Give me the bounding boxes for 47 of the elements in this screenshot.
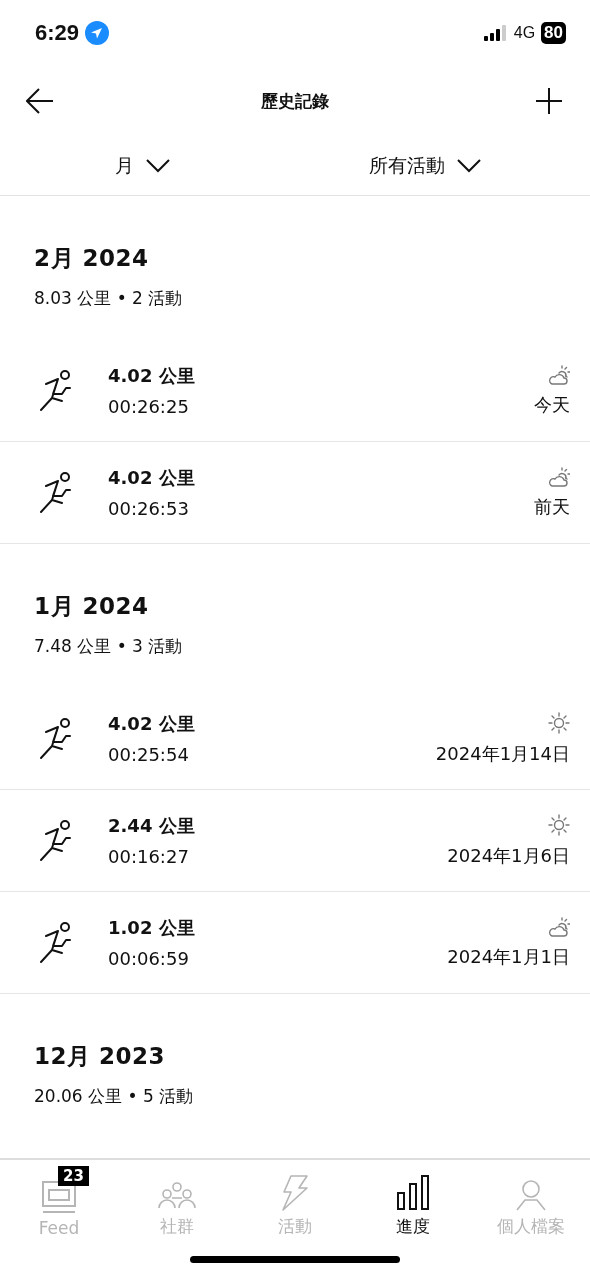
distance: 4.02 公里 xyxy=(108,712,196,736)
duration: 00:16:27 xyxy=(108,846,190,867)
notification-badge: 23 xyxy=(58,1166,89,1186)
distance: 4.02 公里 xyxy=(108,466,196,490)
chevron-down-icon xyxy=(146,159,170,173)
sun-icon xyxy=(548,813,570,836)
duration: 00:06:59 xyxy=(108,948,190,969)
distance: 4.02 公里 xyxy=(108,364,196,388)
activity-row[interactable]: 4.02 公里 00:26:25 今天 xyxy=(0,340,590,442)
activity-date: 今天 xyxy=(534,392,570,417)
cloud-sun-icon xyxy=(548,466,570,487)
month-summary: 7.48 公里 • 3 活動 xyxy=(33,635,184,658)
cloud-sun-icon xyxy=(548,364,570,385)
bar-chart-icon[interactable] xyxy=(397,1175,429,1211)
sun-icon xyxy=(548,711,570,734)
network-label: 4G xyxy=(513,23,536,42)
filter-dropdown[interactable]: 所有活動 xyxy=(260,137,590,195)
activity-date: 前天 xyxy=(534,494,570,519)
page-title: 歷史記錄 xyxy=(261,89,329,113)
back-button[interactable] xyxy=(26,88,54,114)
distance: 2.44 公里 xyxy=(108,814,196,838)
activity-date: 2024年1月1日 xyxy=(447,944,570,969)
tab-item[interactable]: 進度 xyxy=(354,1160,472,1238)
duration: 00:25:54 xyxy=(108,744,190,765)
activity-date: 2024年1月6日 xyxy=(447,843,570,868)
newspaper-icon[interactable] xyxy=(41,1180,77,1214)
duration: 00:26:53 xyxy=(108,498,190,519)
distance: 1.02 公里 xyxy=(108,916,196,940)
tab-item[interactable]: Feed 23 xyxy=(0,1160,118,1238)
month-heading: 12月 2023 xyxy=(33,1042,167,1071)
month-summary: 8.03 公里 • 2 活動 xyxy=(33,287,184,310)
signal-icon xyxy=(483,24,508,41)
activity-row[interactable]: 2.44 公里 00:16:27 2024年1月6日 xyxy=(0,790,590,892)
activity-date: 2024年1月14日 xyxy=(435,741,570,766)
battery-level: 80 xyxy=(541,21,566,44)
add-button[interactable] xyxy=(536,88,562,114)
activity-row[interactable]: 4.02 公里 00:26:53 前天 xyxy=(0,442,590,544)
month-summary: 20.06 公里 • 5 活動 xyxy=(33,1085,195,1108)
month-heading: 2月 2024 xyxy=(33,244,150,273)
filter-dropdown[interactable]: 月 xyxy=(0,137,260,195)
clock: 6:29 xyxy=(35,19,80,46)
month-heading: 1月 2024 xyxy=(33,592,150,621)
chevron-down-icon xyxy=(457,159,481,173)
activity-row[interactable]: 4.02 公里 00:25:54 2024年1月14日 xyxy=(0,688,590,790)
cloud-sun-icon xyxy=(548,916,570,937)
activity-row[interactable]: 1.02 公里 00:06:59 2024年1月1日 xyxy=(0,892,590,994)
duration: 00:26:25 xyxy=(108,396,190,417)
